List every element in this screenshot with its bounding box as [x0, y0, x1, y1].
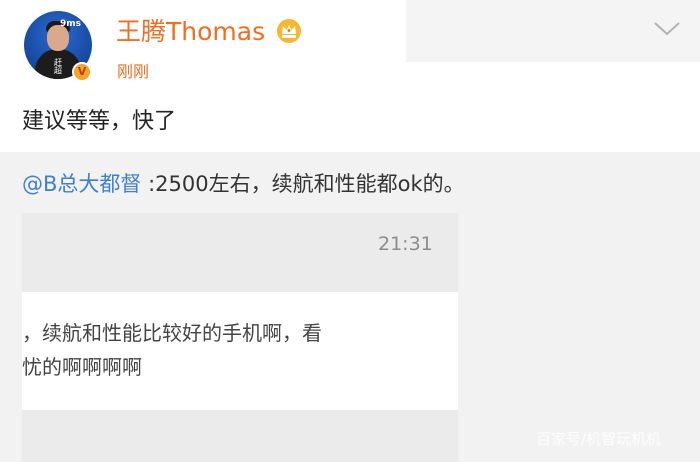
avatar-shirt-text: 赶超 — [54, 58, 62, 75]
verified-v-icon: V — [72, 62, 92, 82]
chat-message-bubble — [22, 292, 458, 410]
chevron-down-icon[interactable] — [652, 20, 682, 38]
chat-message-line-2: 忧的啊啊啊啊 — [22, 355, 142, 379]
username[interactable]: 王腾Thomas — [116, 16, 265, 48]
post-timestamp: 刚刚 — [117, 62, 150, 81]
quoted-text-body: :2500左右，续航和性能都ok的。 — [148, 172, 465, 196]
avatar-tag: 9ms — [60, 19, 81, 29]
chat-message-line-1: ，续航和性能比较好的手机啊，看 — [22, 321, 322, 345]
chat-time: 21:31 — [378, 233, 433, 255]
mention-link[interactable]: @B总大都督 — [22, 172, 141, 196]
watermark: 百家号/机智玩机机 — [536, 430, 662, 448]
post-text: 建议等等，快了 — [22, 109, 177, 134]
post-header: 9ms 赶超 V 王腾Thomas 刚刚 — [0, 0, 700, 96]
crown-icon[interactable] — [276, 18, 302, 44]
quoted-text: @B总大都督 :2500左右，续航和性能都ok的。 — [22, 168, 465, 200]
